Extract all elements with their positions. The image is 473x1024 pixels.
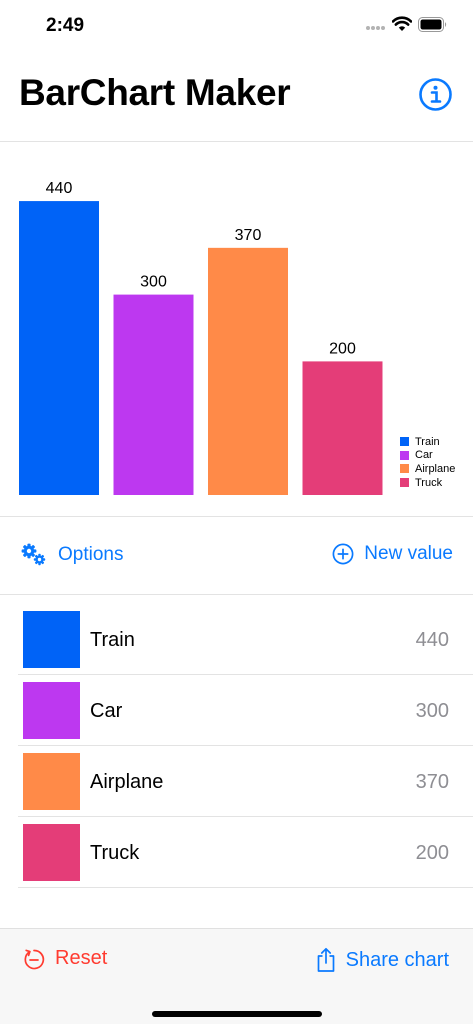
reset-icon	[24, 949, 45, 969]
share-chart-button[interactable]: Share chart	[316, 947, 449, 973]
new-value-label: New value	[364, 543, 453, 564]
cellular-signal-icon	[366, 26, 386, 32]
wifi-icon	[392, 16, 412, 31]
legend-label: Airplane	[415, 462, 456, 475]
item-label: Airplane	[90, 771, 164, 793]
share-label: Share chart	[345, 948, 449, 971]
home-indicator	[152, 1011, 322, 1017]
new-value-button[interactable]: New value	[332, 543, 453, 565]
legend-item: Airplane	[400, 462, 455, 476]
legend-label: Truck	[415, 476, 443, 489]
item-value: 440	[415, 629, 449, 651]
list-item[interactable]: Airplane 370	[18, 746, 473, 817]
status-time: 2:49	[46, 15, 85, 36]
chart-legend: Train Car Airplane Truck	[400, 435, 455, 489]
bar-airplane	[208, 247, 288, 495]
share-icon	[317, 947, 334, 972]
reset-label: Reset	[55, 947, 108, 969]
legend-label: Car	[415, 449, 433, 462]
bar-value-label: 370	[235, 227, 262, 244]
plus-circle-icon	[332, 543, 354, 565]
list-item[interactable]: Car 300	[18, 675, 473, 746]
bar-value-label: 440	[46, 180, 73, 197]
item-value: 370	[415, 771, 449, 793]
legend-item: Train	[400, 435, 455, 449]
header: BarChart Maker	[0, 56, 473, 142]
bar-car	[113, 294, 194, 495]
color-swatch	[23, 611, 80, 668]
item-value: 200	[415, 842, 449, 864]
list-item[interactable]: Truck 200	[18, 817, 473, 888]
item-label: Car	[90, 700, 123, 722]
color-swatch	[23, 824, 80, 881]
bottom-toolbar: Reset Share chart	[0, 928, 473, 1024]
info-circle-icon[interactable]	[418, 77, 453, 112]
options-label: Options	[58, 544, 124, 565]
item-label: Train	[90, 629, 135, 651]
bar-value-label: 300	[140, 274, 167, 291]
bar-chart: 440 300 370 200 Train Car Airplane Truck	[0, 143, 473, 517]
bar-value-label: 200	[329, 340, 356, 357]
item-value: 300	[415, 700, 449, 722]
legend-swatch	[400, 478, 409, 488]
legend-item: Truck	[400, 476, 455, 490]
legend-swatch	[400, 464, 409, 474]
legend-swatch	[400, 450, 409, 460]
reset-button[interactable]: Reset	[23, 947, 107, 970]
gears-icon	[21, 543, 46, 566]
list-item[interactable]: Train 440	[18, 604, 473, 675]
legend-label: Train	[415, 435, 440, 448]
options-button[interactable]: Options	[20, 543, 123, 567]
status-bar: 2:49	[0, 0, 473, 50]
battery-icon	[418, 17, 447, 32]
page-title: BarChart Maker	[19, 72, 291, 113]
item-label: Truck	[90, 842, 140, 864]
color-swatch	[23, 753, 80, 810]
legend-item: Car	[400, 449, 455, 463]
color-swatch	[23, 682, 80, 739]
bar-truck	[302, 361, 383, 495]
bar-train	[19, 201, 99, 495]
value-list: Train 440 Car 300 Airplane 370 Truck 200	[18, 604, 473, 888]
action-bar: Options New value	[0, 518, 473, 595]
legend-swatch	[400, 437, 409, 447]
